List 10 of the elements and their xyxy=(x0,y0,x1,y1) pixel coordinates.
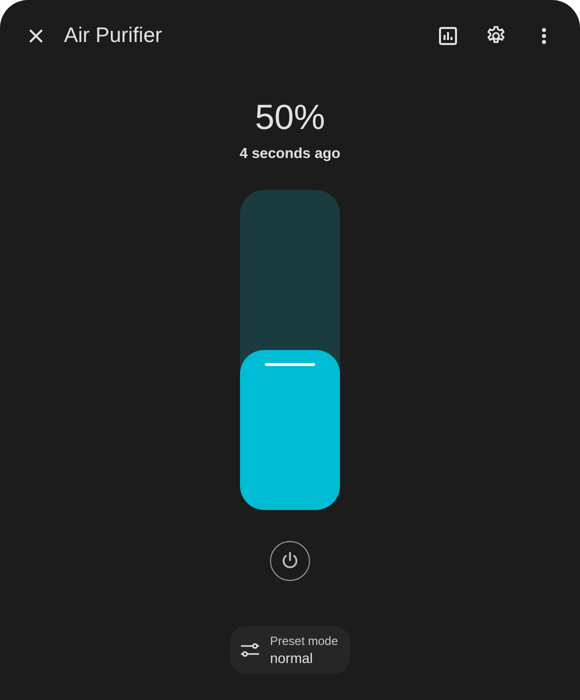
preset-mode-chip[interactable]: Preset mode normal xyxy=(230,626,350,674)
last-changed-text: 4 seconds ago xyxy=(240,146,340,162)
sliders-icon xyxy=(240,642,260,658)
preset-mode-label: Preset mode xyxy=(270,634,338,648)
dialog-title: Air Purifier xyxy=(64,24,162,48)
more-icon xyxy=(542,28,546,44)
preset-mode-value: normal xyxy=(270,650,314,666)
percentage-value: 50% xyxy=(254,98,326,138)
bar-chart-icon xyxy=(436,24,460,48)
power-button[interactable] xyxy=(270,541,310,581)
